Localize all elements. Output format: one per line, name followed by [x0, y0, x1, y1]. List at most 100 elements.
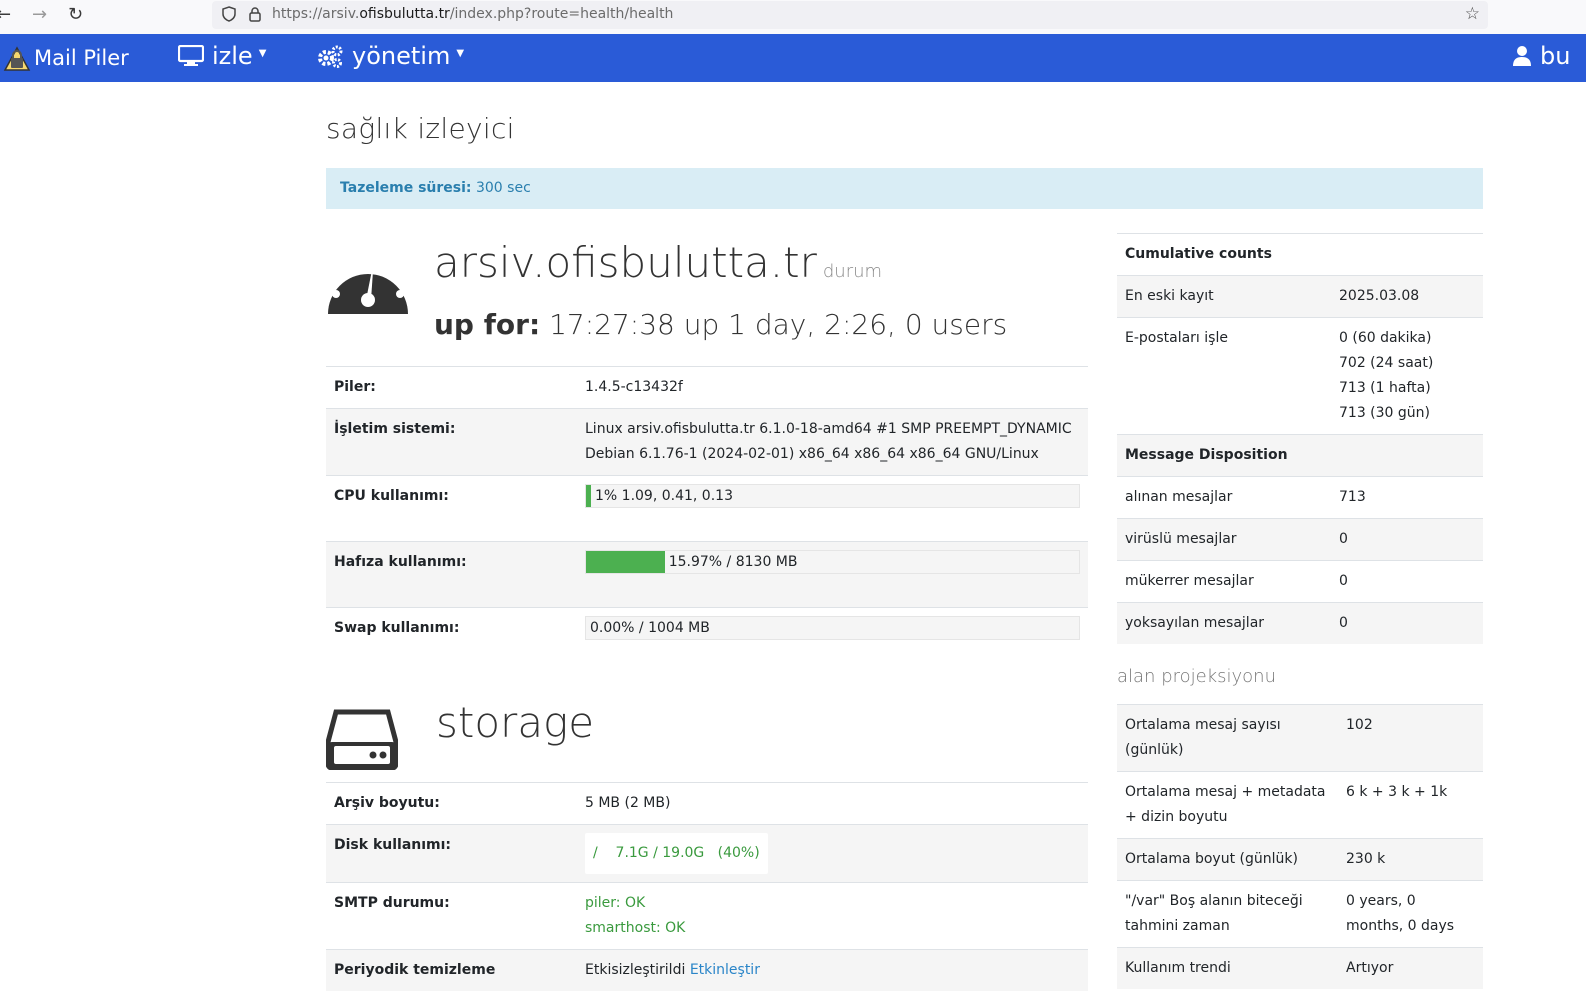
purge-label: Periyodik temizleme	[326, 950, 577, 991]
processed-60min: 0 (60 dakika)	[1339, 326, 1475, 351]
table-row: İşletim sistemi: Linux arsiv.ofisbulutta…	[326, 409, 1088, 476]
smtp-piler-status: piler: OK	[585, 891, 1080, 916]
purge-enable-link[interactable]: Etkinleştir	[690, 962, 760, 978]
uptime: up for: 17:27:38 up 1 day, 2:26, 0 users	[434, 308, 1007, 341]
browser-toolbar: ← → ↻ https://arsiv.ofisbulutta.tr/index…	[0, 0, 1586, 34]
projection-table: Ortalama mesaj sayısı (günlük) 102 Ortal…	[1117, 704, 1483, 989]
admin-menu[interactable]: yönetim ▼	[316, 42, 464, 70]
refresh-value: 300 sec	[476, 180, 531, 196]
smtp-status-label: SMTP durumu:	[326, 883, 577, 950]
refresh-alert: Tazeleme süresi: 300 sec	[326, 168, 1483, 209]
ignored-label: yoksayılan mesajlar	[1117, 603, 1331, 645]
os-line-2: Debian 6.1.76-1 (2024-02-01) x86_64 x86_…	[585, 442, 1080, 467]
table-row: En eski kayıt 2025.03.08	[1117, 276, 1483, 318]
cumulative-table: Cumulative counts En eski kayıt 2025.03.…	[1117, 233, 1483, 644]
gears-icon	[316, 44, 344, 68]
processed-values: 0 (60 dakika) 702 (24 saat) 713 (1 hafta…	[1331, 318, 1483, 435]
table-row: Arşiv boyutu: 5 MB (2 MB)	[326, 783, 1088, 825]
system-table: Piler: 1.4.5-c13432f İşletim sistemi: Li…	[326, 366, 1088, 649]
processed-1week: 713 (1 hafta)	[1339, 376, 1475, 401]
duplicate-label: mükerrer mesajlar	[1117, 561, 1331, 603]
swap-progress-label: 0.00% / 1004 MB	[590, 616, 710, 641]
disk-mount: /	[593, 845, 598, 861]
address-bar[interactable]: https://arsiv.ofisbulutta.tr/index.php?r…	[212, 1, 1488, 29]
table-row: alınan mesajlar 713	[1117, 477, 1483, 519]
hard-drive-icon	[326, 708, 398, 770]
memory-label: Hafıza kullanımı:	[326, 542, 577, 608]
table-row: Disk kullanımı: / 7.1G / 19.0G (40%)	[326, 825, 1088, 883]
cpu-progress-fill	[586, 485, 591, 507]
table-row: Swap kullanımı: 0.00% / 1004 MB	[326, 608, 1088, 650]
url-text: https://arsiv.ofisbulutta.tr/index.php?r…	[272, 6, 673, 22]
piler-value: 1.4.5-c13432f	[577, 367, 1088, 409]
user-menu[interactable]: bu	[1512, 42, 1570, 70]
archive-size-label: Arşiv boyutu:	[326, 783, 577, 825]
var-full-estimate-label: "/var" Boş alanın biteceği tahmini zaman	[1117, 881, 1338, 948]
table-row: "/var" Boş alanın biteceği tahmini zaman…	[1117, 881, 1483, 948]
projection-title: alan projeksiyonu	[1117, 666, 1276, 687]
forward-icon[interactable]: →	[32, 4, 47, 26]
reload-icon[interactable]: ↻	[68, 4, 83, 26]
cpu-value: 1% 1.09, 0.41, 0.13	[577, 476, 1088, 542]
table-row: Periyodik temizleme Etkisizleştirildi Et…	[326, 950, 1088, 991]
table-row: Ortalama boyut (günlük) 230 k	[1117, 839, 1483, 881]
os-value: Linux arsiv.ofisbulutta.tr 6.1.0-18-amd6…	[577, 409, 1088, 476]
archive-size-value: 5 MB (2 MB)	[577, 783, 1088, 825]
smtp-status-value: piler: OKsmarthost: OK	[577, 883, 1088, 950]
back-icon[interactable]: ←	[0, 4, 11, 26]
lock-icon[interactable]	[248, 6, 262, 26]
memory-progress-fill	[586, 551, 665, 573]
table-row: SMTP durumu: piler: OKsmarthost: OK	[326, 883, 1088, 950]
table-row: yoksayılan mesajlar 0	[1117, 603, 1483, 645]
brand-label: Mail Piler	[34, 46, 129, 70]
avg-daily-size-value: 230 k	[1338, 839, 1483, 881]
host-suffix: durum	[823, 261, 882, 282]
caret-down-icon: ▼	[456, 48, 464, 59]
disk-usage-label: Disk kullanımı:	[326, 825, 577, 883]
received-label: alınan mesajlar	[1117, 477, 1331, 519]
processed-24h: 702 (24 saat)	[1339, 351, 1475, 376]
memory-value: 15.97% / 8130 MB	[577, 542, 1088, 608]
purge-status: Etkisizleştirildi	[585, 962, 685, 978]
caret-down-icon: ▼	[259, 48, 267, 59]
avg-size-breakdown-value: 6 k + 3 k + 1k	[1338, 772, 1483, 839]
disk-usage-value: / 7.1G / 19.0G (40%)	[577, 825, 1088, 883]
uptime-label: up for:	[434, 308, 540, 341]
desktop-icon	[178, 45, 204, 67]
virus-label: virüslü mesajlar	[1117, 519, 1331, 561]
swap-label: Swap kullanımı:	[326, 608, 577, 650]
storage-table: Arşiv boyutu: 5 MB (2 MB) Disk kullanımı…	[326, 782, 1088, 991]
monitor-menu[interactable]: izle ▼	[178, 42, 266, 70]
admin-menu-label: yönetim	[352, 42, 450, 70]
table-row: Ortalama mesaj + metadata + dizin boyutu…	[1117, 772, 1483, 839]
piler-logo-icon	[2, 44, 32, 72]
smtp-smarthost-status: smarthost: OK	[585, 916, 1080, 941]
user-menu-label: bu	[1540, 42, 1570, 70]
disk-percent: (40%)	[718, 845, 760, 861]
dashboard-gauge-icon	[326, 248, 410, 316]
top-navbar: Mail Piler izle ▼ yönetim ▼ bu	[0, 34, 1586, 82]
virus-value: 0	[1331, 519, 1483, 561]
table-header-row: Cumulative counts	[1117, 234, 1483, 276]
shield-icon[interactable]	[222, 6, 236, 26]
duplicate-value: 0	[1331, 561, 1483, 603]
oldest-record-value: 2025.03.08	[1331, 276, 1483, 318]
cpu-label: CPU kullanımı:	[326, 476, 577, 542]
os-line-1: Linux arsiv.ofisbulutta.tr 6.1.0-18-amd6…	[585, 417, 1080, 442]
page-title: sağlık izleyici	[326, 112, 515, 145]
refresh-label: Tazeleme süresi:	[340, 180, 472, 196]
cpu-progress-label: 1% 1.09, 0.41, 0.13	[595, 484, 733, 509]
avg-daily-size-label: Ortalama boyut (günlük)	[1117, 839, 1338, 881]
cpu-progress-bar: 1% 1.09, 0.41, 0.13	[585, 484, 1080, 508]
var-full-estimate-value: 0 years, 0 months, 0 days	[1338, 881, 1483, 948]
table-row: Ortalama mesaj sayısı (günlük) 102	[1117, 705, 1483, 772]
uptime-value: 17:27:38 up 1 day, 2:26, 0 users	[549, 308, 1007, 341]
ignored-value: 0	[1331, 603, 1483, 645]
avg-size-breakdown-label: Ortalama mesaj + metadata + dizin boyutu	[1117, 772, 1338, 839]
piler-label: Piler:	[326, 367, 577, 409]
user-icon	[1512, 45, 1532, 67]
brand-link[interactable]: Mail Piler	[2, 44, 129, 72]
disk-used: 7.1G / 19.0G	[616, 845, 705, 861]
disk-usage-box: / 7.1G / 19.0G (40%)	[585, 833, 768, 874]
bookmark-star-icon[interactable]: ☆	[1465, 4, 1480, 24]
